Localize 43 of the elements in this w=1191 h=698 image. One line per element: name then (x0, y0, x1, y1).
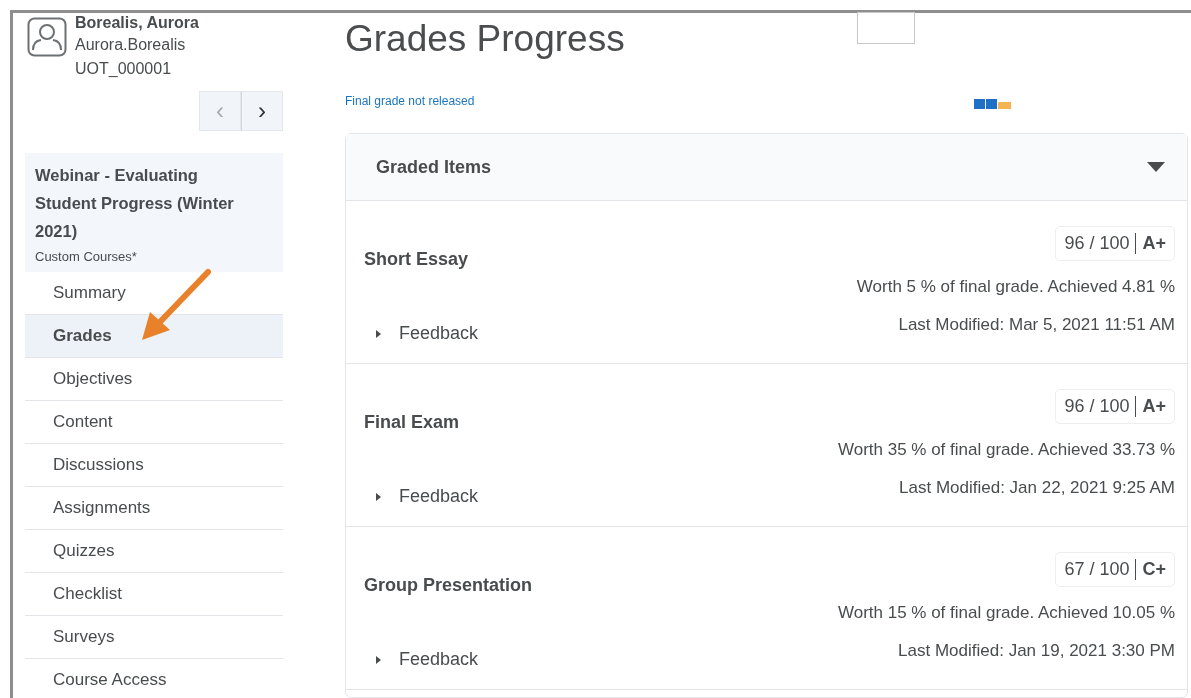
user-name: Borealis, Aurora (75, 13, 199, 33)
nav-item[interactable]: Grades (25, 315, 283, 358)
course-category: Custom Courses* (35, 249, 138, 264)
weight-text: Worth 35 % of final grade. Achieved 33.73 % (837, 440, 1175, 460)
grade-bars-icon (974, 99, 1012, 109)
modified-date: Last Modified: Mar 5, 2021 11:51 AM (898, 315, 1175, 335)
weight-text: Worth 15 % of final grade. Achieved 10.05 % (837, 603, 1175, 623)
letter-grade: C+ (1135, 559, 1166, 580)
nav-item[interactable]: Discussions (25, 444, 283, 487)
blank-box (857, 12, 915, 44)
letter-grade: A+ (1135, 396, 1166, 417)
feedback-label: Feedback (399, 323, 479, 344)
nav-item[interactable]: Checklist (25, 573, 283, 616)
nav-item[interactable]: Objectives (25, 358, 283, 401)
item-name: Group Presentation (364, 575, 533, 596)
next-button[interactable]: › (241, 91, 283, 131)
weight-text: Worth 5 % of final grade. Achieved 4.81 % (856, 277, 1175, 297)
nav-item[interactable]: Course Access (25, 659, 283, 698)
modified-date: Last Modified: Jan 22, 2021 9:25 AM (899, 478, 1175, 498)
score: 67 / 100 (1064, 559, 1130, 580)
feedback-label: Feedback (399, 649, 479, 670)
user-id: UOT_000001 (75, 59, 173, 79)
expand-icon (376, 492, 381, 501)
score: 96 / 100 (1064, 233, 1130, 254)
nav-item[interactable]: Content (25, 401, 283, 444)
modified-date: Last Modified: Jan 19, 2021 3:30 PM (898, 641, 1175, 661)
letter-grade: A+ (1135, 233, 1166, 254)
item-name: Short Essay (364, 249, 470, 270)
username: Aurora.Borealis (75, 35, 187, 55)
caret-icon[interactable] (1147, 162, 1165, 172)
course-title: Webinar - Evaluating Student Progress (Winter 2021) (35, 165, 235, 242)
status-link[interactable]: Final grade not released (345, 94, 475, 108)
nav-item[interactable]: Quizzes (25, 530, 283, 573)
nav-item[interactable]: Surveys (25, 616, 283, 659)
feedback-label: Feedback (399, 486, 479, 507)
panel-title: Graded Items (376, 156, 492, 178)
page-title: Grades Progress (345, 17, 625, 61)
expand-icon (376, 655, 381, 664)
nav-item[interactable]: Assignments (25, 487, 283, 530)
score: 96 / 100 (1064, 396, 1130, 417)
avatar-icon (27, 17, 67, 57)
item-name: Final Exam (364, 412, 461, 433)
expand-icon (376, 329, 381, 338)
